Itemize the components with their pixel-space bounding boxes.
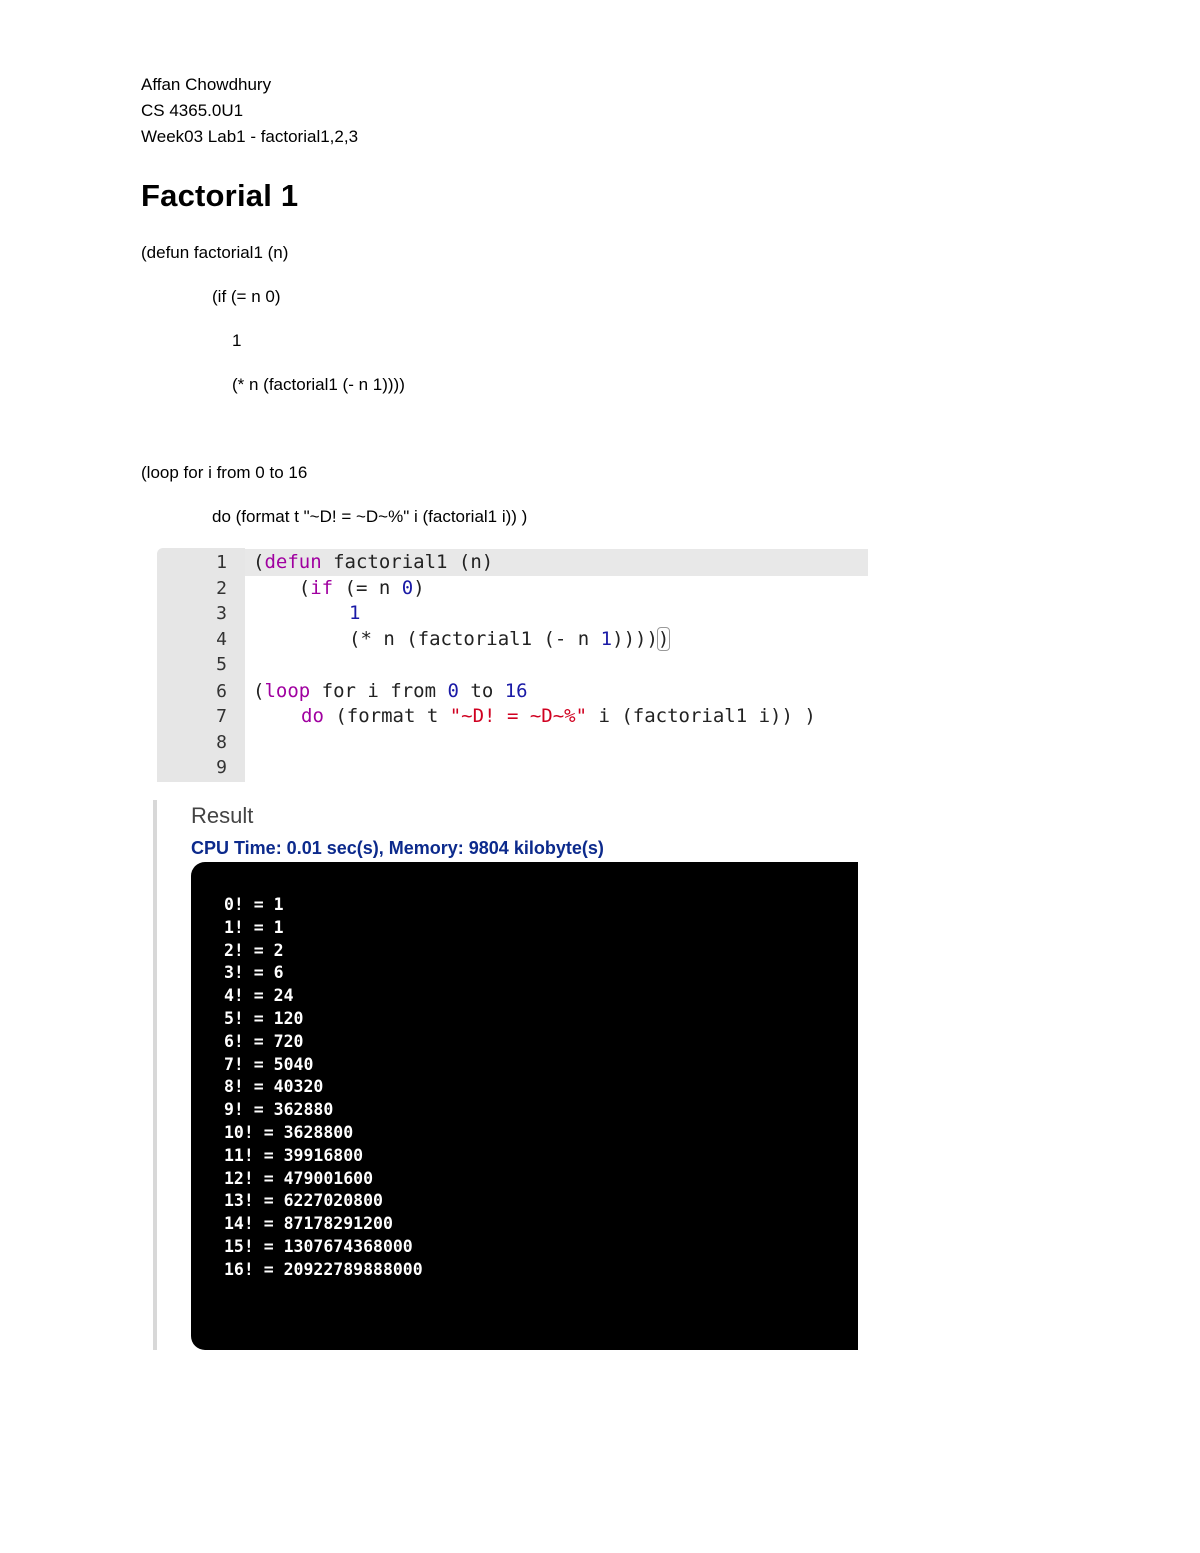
output-line: 7! = 5040 — [224, 1054, 314, 1074]
source-line-5: (loop for i from 0 to 16 — [141, 463, 308, 482]
output-line: 3! = 6 — [224, 963, 284, 983]
code-line-1[interactable]: (defun factorial1 (n) — [253, 551, 493, 573]
result-stats: CPU Time: 0.01 sec(s), Memory: 9804 kilo… — [191, 838, 604, 858]
source-line-2: (if (= n 0) — [212, 287, 281, 306]
code-editor: 1 2 3 4 5 6 7 8 9 (defun factorial1 (n) … — [157, 548, 868, 782]
output-line: 8! = 40320 — [224, 1077, 324, 1097]
output-line: 4! = 24 — [224, 986, 294, 1006]
line-number: 6 — [216, 681, 227, 702]
output-line: 12! = 479001600 — [224, 1168, 374, 1188]
line-number: 3 — [216, 603, 227, 624]
output-line: 5! = 120 — [224, 1009, 304, 1028]
line-number: 1 — [216, 552, 227, 573]
output-line: 0! = 1 — [224, 895, 284, 914]
output-line: 11! = 39916800 — [224, 1145, 364, 1165]
line-number: 7 — [216, 706, 227, 727]
output-line: 10! = 3628800 — [224, 1123, 354, 1142]
line-number: 5 — [216, 654, 227, 675]
result-panel-border — [153, 800, 157, 1350]
source-line-3: 1 — [232, 331, 242, 350]
code-line-6[interactable]: (loop for i from 0 to 16 — [253, 680, 528, 702]
line-number: 2 — [216, 578, 227, 599]
output-line: 1! = 1 — [224, 917, 284, 937]
output-terminal: 0! = 1 1! = 1 2! = 2 3! = 6 4! = 24 5! = 120 6… — [191, 862, 858, 1350]
code-line-2[interactable]: (if (= n 0) — [253, 577, 425, 599]
author-name: Affan Chowdhury — [141, 75, 272, 94]
line-number: 9 — [216, 757, 227, 778]
line-number-gutter: 1 2 3 4 5 6 7 8 9 — [157, 548, 245, 782]
output-line: 9! = 362880 — [224, 1100, 334, 1120]
output-line: 15! = 1307674368000 — [224, 1237, 413, 1256]
course-code: CS 4365.0U1 — [141, 101, 244, 120]
output-line: 2! = 2 — [224, 940, 284, 960]
source-line-6: do (format t "~D! = ~D~%" i (factorial1 … — [212, 507, 528, 526]
assignment-title: Week03 Lab1 - factorial1,2,3 — [141, 127, 359, 146]
section-title: Factorial 1 — [141, 178, 299, 213]
output-line: 6! = 720 — [224, 1031, 304, 1051]
code-line-7[interactable]: do (format t "~D! = ~D~%" i (factorial1 … — [301, 705, 816, 727]
output-line: 14! = 87178291200 — [224, 1214, 393, 1234]
code-line-4[interactable]: (* n (factorial1 (- n 1))))) — [349, 627, 671, 651]
line-number: 8 — [216, 732, 227, 753]
source-line-4: (* n (factorial1 (- n 1)))) — [232, 375, 405, 394]
result-title: Result — [191, 803, 254, 828]
source-line-1: (defun factorial1 (n) — [141, 243, 289, 262]
output-line: 13! = 6227020800 — [224, 1191, 383, 1211]
line-number: 4 — [216, 629, 227, 650]
code-line-3[interactable]: 1 — [349, 602, 360, 624]
output-line: 16! = 20922789888000 — [224, 1259, 423, 1279]
